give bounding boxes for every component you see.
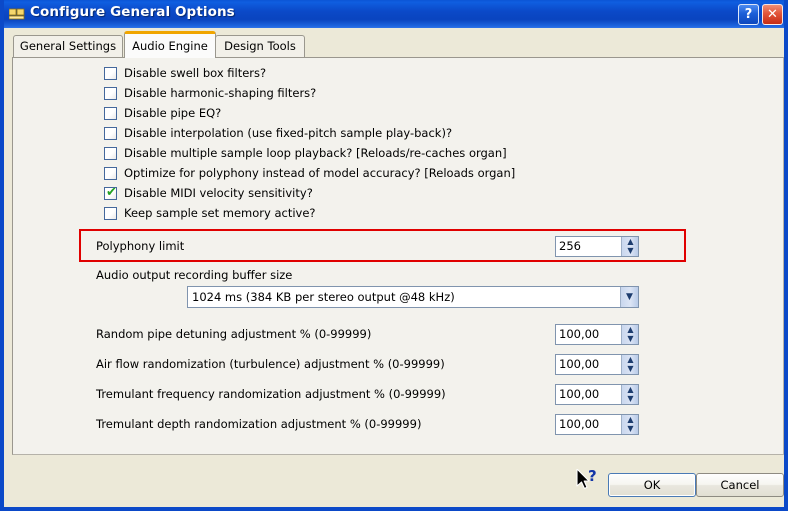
stepper-up-icon[interactable]: ▲ xyxy=(622,416,639,424)
checkbox-label: Optimize for polyphony instead of model … xyxy=(124,166,516,180)
checkbox-label: Disable MIDI velocity sensitivity? xyxy=(124,186,313,200)
tab-general-settings[interactable]: General Settings xyxy=(13,35,123,57)
ok-button[interactable]: OK xyxy=(608,473,696,497)
random-pipe-detuning-stepper[interactable]: ▲ ▼ xyxy=(621,325,638,344)
help-pointer-cursor: ? xyxy=(576,469,597,490)
buffer-size-select[interactable]: 1024 ms (384 KB per stereo output @48 kH… xyxy=(187,286,639,308)
air-flow-randomization-label: Air flow randomization (turbulence) adju… xyxy=(96,357,445,371)
checkbox-disable-interpolation[interactable] xyxy=(104,127,117,140)
polyphony-limit-label: Polyphony limit xyxy=(96,239,185,253)
stepper-down-icon[interactable]: ▼ xyxy=(622,395,639,403)
tremulant-depth-randomization-value: 100,00 xyxy=(559,417,600,431)
help-button[interactable]: ? xyxy=(738,4,759,25)
chevron-down-icon[interactable]: ▼ xyxy=(620,287,638,307)
buffer-size-label: Audio output recording buffer size xyxy=(96,268,293,282)
checkbox-disable-multiple-sample-loop-playback[interactable] xyxy=(104,147,117,160)
tab-audio-engine[interactable]: Audio Engine xyxy=(124,31,216,58)
cancel-button[interactable]: Cancel xyxy=(696,473,784,497)
dialog-window: Configure General Options ? ✕ General Se… xyxy=(0,0,788,511)
stepper-up-icon[interactable]: ▲ xyxy=(622,356,639,364)
close-button[interactable]: ✕ xyxy=(762,4,783,25)
buffer-size-value: 1024 ms (384 KB per stereo output @48 kH… xyxy=(192,290,455,304)
tremulant-frequency-randomization-stepper[interactable]: ▲ ▼ xyxy=(621,385,638,404)
tab-design-tools[interactable]: Design Tools xyxy=(215,35,305,57)
tremulant-frequency-randomization-label: Tremulant frequency randomization adjust… xyxy=(96,387,446,401)
checkbox-label: Keep sample set memory active? xyxy=(124,206,316,220)
checkbox-disable-harmonic-shaping-filters[interactable] xyxy=(104,87,117,100)
title-bar: Configure General Options ? ✕ xyxy=(4,0,784,28)
stepper-down-icon[interactable]: ▼ xyxy=(622,425,639,433)
checkbox-keep-sample-set-memory-active[interactable] xyxy=(104,207,117,220)
air-flow-randomization-input[interactable]: 100,00 ▲ ▼ xyxy=(555,354,639,375)
tab-strip: General Settings Audio Engine Design Too… xyxy=(8,31,784,58)
stepper-down-icon[interactable]: ▼ xyxy=(622,365,639,373)
random-pipe-detuning-value: 100,00 xyxy=(559,327,600,341)
random-pipe-detuning-label: Random pipe detuning adjustment % (0-999… xyxy=(96,327,372,341)
stepper-down-icon[interactable]: ▼ xyxy=(622,335,639,343)
tremulant-depth-randomization-stepper[interactable]: ▲ ▼ xyxy=(621,415,638,434)
stepper-up-icon[interactable]: ▲ xyxy=(622,326,639,334)
polyphony-limit-input[interactable]: 256 ▲ ▼ xyxy=(555,236,639,257)
polyphony-limit-stepper[interactable]: ▲ ▼ xyxy=(621,237,638,256)
stepper-down-icon[interactable]: ▼ xyxy=(622,247,639,255)
organ-keyboard-icon xyxy=(9,8,25,20)
tremulant-frequency-randomization-input[interactable]: 100,00 ▲ ▼ xyxy=(555,384,639,405)
checkbox-disable-pipe-eq[interactable] xyxy=(104,107,117,120)
tremulant-depth-randomization-label: Tremulant depth randomization adjustment… xyxy=(96,417,422,431)
window-title: Configure General Options xyxy=(30,4,235,20)
checkbox-label: Disable harmonic-shaping filters? xyxy=(124,86,317,100)
checkbox-disable-swell-box-filters[interactable] xyxy=(104,67,117,80)
random-pipe-detuning-input[interactable]: 100,00 ▲ ▼ xyxy=(555,324,639,345)
checkbox-label: Disable pipe EQ? xyxy=(124,106,222,120)
stepper-up-icon[interactable]: ▲ xyxy=(622,386,639,394)
tremulant-depth-randomization-input[interactable]: 100,00 ▲ ▼ xyxy=(555,414,639,435)
polyphony-limit-value: 256 xyxy=(559,239,581,253)
checkbox-label: Disable interpolation (use fixed-pitch s… xyxy=(124,126,453,140)
stepper-up-icon[interactable]: ▲ xyxy=(622,238,639,246)
air-flow-randomization-stepper[interactable]: ▲ ▼ xyxy=(621,355,638,374)
checkmark-icon: ✔ xyxy=(106,185,117,200)
audio-engine-panel: Disable swell box filters? Disable harmo… xyxy=(12,57,784,455)
checkbox-label: Disable swell box filters? xyxy=(124,66,267,80)
checkbox-label: Disable multiple sample loop playback? [… xyxy=(124,146,507,160)
svg-text:?: ? xyxy=(588,469,597,485)
air-flow-randomization-value: 100,00 xyxy=(559,357,600,371)
tremulant-frequency-randomization-value: 100,00 xyxy=(559,387,600,401)
checkbox-disable-midi-velocity-sensitivity[interactable]: ✔ xyxy=(104,185,117,200)
checkbox-optimize-for-polyphony[interactable] xyxy=(104,167,117,180)
